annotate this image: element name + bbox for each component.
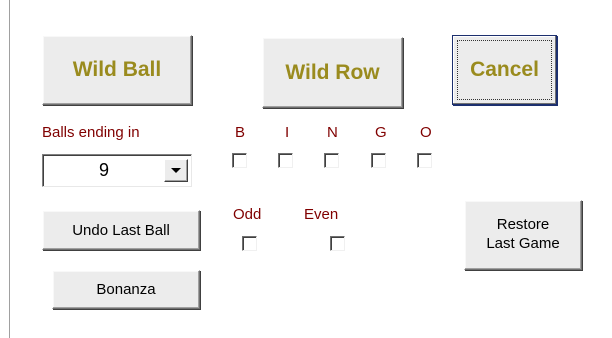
cancel-button[interactable]: Cancel — [452, 35, 557, 105]
restore-last-game-button[interactable]: Restore Last Game — [464, 200, 582, 270]
checkbox-o[interactable] — [417, 153, 432, 168]
letter-i-label: I — [285, 124, 290, 141]
balls-ending-combobox[interactable]: 9 — [42, 154, 192, 187]
cancel-button-label: Cancel — [470, 58, 539, 81]
checkbox-b[interactable] — [232, 153, 247, 168]
letter-g-label: G — [375, 124, 387, 141]
even-label: Even — [304, 206, 339, 223]
odd-label: Odd — [233, 206, 262, 223]
checkbox-even[interactable] — [330, 236, 345, 251]
dropdown-arrow-button[interactable] — [164, 159, 188, 182]
bonanza-button[interactable]: Bonanza — [52, 270, 200, 309]
letter-b-label: B — [235, 124, 246, 141]
checkbox-g[interactable] — [371, 153, 386, 168]
panel-left-border — [9, 0, 10, 338]
checkbox-odd[interactable] — [242, 236, 257, 251]
balls-ending-label: Balls ending in — [42, 124, 140, 141]
wild-ball-button[interactable]: Wild Ball — [42, 35, 192, 105]
checkbox-n[interactable] — [324, 153, 339, 168]
wild-row-button[interactable]: Wild Row — [262, 37, 403, 108]
restore-label-line2: Last Game — [486, 235, 560, 252]
undo-last-ball-button[interactable]: Undo Last Ball — [42, 210, 200, 250]
checkbox-i[interactable] — [278, 153, 293, 168]
letter-n-label: N — [327, 124, 338, 141]
balls-ending-value: 9 — [98, 160, 109, 180]
restore-label-line1: Restore — [496, 216, 550, 234]
letter-o-label: O — [420, 124, 432, 141]
chevron-down-icon — [171, 168, 181, 173]
